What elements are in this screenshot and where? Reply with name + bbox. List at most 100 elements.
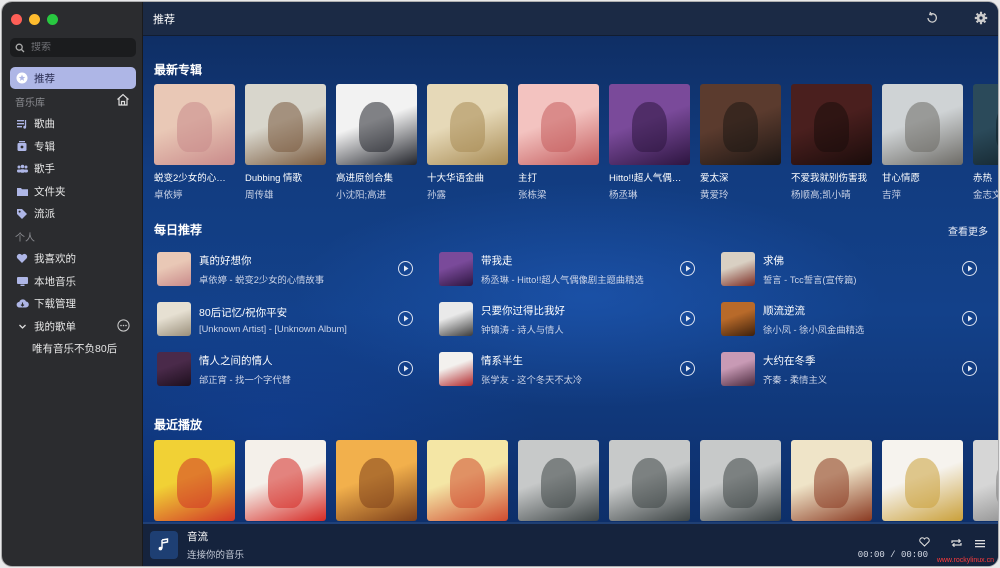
recent-album-card[interactable] — [336, 440, 417, 521]
daily-song-item[interactable]: 大约在冬季 齐秦 - 柔情主义 — [721, 349, 977, 389]
heart-icon — [15, 252, 29, 266]
recent-album-card[interactable] — [882, 440, 963, 521]
daily-song-item[interactable]: 真的好想你 卓依婷 - 蜕变2少女的心情故事 — [157, 249, 413, 289]
recent-album-card[interactable] — [518, 440, 599, 521]
search-input[interactable] — [31, 42, 131, 53]
sidebar-item-my-playlists[interactable]: 我的歌单 — [10, 315, 136, 338]
maximize-window-button[interactable] — [47, 14, 58, 25]
recent-album-card[interactable] — [154, 440, 235, 521]
daily-song-item[interactable]: 情人之间的情人 邰正宵 - 找一个字代替 — [157, 349, 413, 389]
search-icon — [15, 43, 25, 52]
recent-album-cover[interactable] — [882, 440, 963, 521]
play-circle-icon[interactable] — [680, 311, 695, 326]
recent-album-cover[interactable] — [336, 440, 417, 521]
app-window: 推荐 音乐库 歌曲 专辑 歌手 文件夹 — [2, 2, 998, 566]
play-circle-icon[interactable] — [962, 261, 977, 276]
play-circle-icon[interactable] — [398, 361, 413, 376]
recent-album-card[interactable] — [791, 440, 872, 521]
album-cover[interactable] — [245, 84, 326, 165]
play-circle-icon[interactable] — [398, 261, 413, 276]
album-card[interactable]: 高进原创合集 小沈阳;高进 — [336, 84, 417, 201]
recent-album-cover[interactable] — [791, 440, 872, 521]
sidebar-item-songs[interactable]: 歌曲 — [10, 113, 136, 136]
album-cover[interactable] — [882, 84, 963, 165]
album-cover[interactable] — [700, 84, 781, 165]
album-card[interactable]: 爱太深 黄爱玲 — [700, 84, 781, 201]
repeat-icon[interactable] — [950, 536, 963, 554]
chevron-down-icon[interactable] — [15, 319, 29, 333]
album-card[interactable]: 赤热金志文 — [973, 84, 998, 201]
recent-album-cover[interactable] — [427, 440, 508, 521]
sidebar-item-downloads[interactable]: 下载管理 — [10, 293, 136, 316]
daily-song-item[interactable]: 情系半生 张学友 - 这个冬天不太冷 — [439, 349, 695, 389]
computer-icon — [15, 274, 29, 288]
album-cover[interactable] — [791, 84, 872, 165]
album-card[interactable]: 甘心情愿 吉萍 — [882, 84, 963, 201]
recent-album-cover[interactable] — [518, 440, 599, 521]
sidebar-item-albums[interactable]: 专辑 — [10, 135, 136, 158]
song-subtitle: [Unknown Artist] - [Unknown Album] — [199, 323, 347, 334]
album-cover[interactable] — [154, 84, 235, 165]
player-subtitle: 连接你的音乐 — [187, 550, 245, 561]
album-cover[interactable] — [427, 84, 508, 165]
play-circle-icon[interactable] — [962, 361, 977, 376]
album-card[interactable]: 十大华语金曲 孙露 — [427, 84, 508, 201]
sidebar-item-artists[interactable]: 歌手 — [10, 158, 136, 181]
song-thumbnail — [721, 302, 755, 336]
sidebar-item-playlist[interactable]: 唯有音乐不负80后 — [10, 338, 136, 361]
refresh-icon[interactable] — [925, 11, 939, 30]
recent-album-cover[interactable] — [700, 440, 781, 521]
music-note-icon[interactable] — [150, 531, 178, 559]
recent-album-card[interactable] — [973, 440, 998, 521]
more-options-icon[interactable] — [117, 319, 130, 335]
album-card[interactable]: 蜕变2少女的心情故事卓依婷 — [154, 84, 235, 201]
recent-album-cover[interactable] — [973, 440, 998, 521]
recent-album-card[interactable] — [245, 440, 326, 521]
recent-album-card[interactable] — [609, 440, 690, 521]
settings-gear-icon[interactable] — [974, 11, 988, 30]
sidebar-item-recommend[interactable]: 推荐 — [10, 67, 136, 89]
album-card[interactable]: Dubbing 情歌 周传雄 — [245, 84, 326, 201]
album-name: 高进原创合集 — [336, 173, 394, 184]
sidebar-item-folders[interactable]: 文件夹 — [10, 180, 136, 203]
sidebar-item-label: 我的歌单 — [34, 320, 76, 333]
play-circle-icon[interactable] — [680, 261, 695, 276]
daily-song-item[interactable]: 80后记忆/祝你平安 [Unknown Artist] - [Unknown Al… — [157, 299, 413, 339]
window-controls — [11, 14, 58, 25]
album-card[interactable]: 不爱我就别伤害我 杨顺高;凯小晴 — [791, 84, 872, 201]
home-icon[interactable] — [116, 93, 130, 109]
minimize-window-button[interactable] — [29, 14, 40, 25]
daily-song-item[interactable]: 求佛 誓言 - Tcc誓言(宣传篇) — [721, 249, 977, 289]
recent-album-cover[interactable] — [154, 440, 235, 521]
recommend-icon — [15, 71, 29, 85]
see-more-link[interactable]: 查看更多 — [948, 223, 988, 238]
play-circle-icon[interactable] — [398, 311, 413, 326]
sidebar-item-local-music[interactable]: 本地音乐 — [10, 270, 136, 293]
play-circle-icon[interactable] — [680, 361, 695, 376]
daily-song-item[interactable]: 带我走 杨丞琳 - Hitto!!超人气偶像剧主题曲精选 — [439, 249, 695, 289]
song-subtitle: 张学友 - 这个冬天不太冷 — [481, 374, 583, 385]
album-cover[interactable] — [609, 84, 690, 165]
recent-album-cover[interactable] — [245, 440, 326, 521]
folder-icon — [15, 184, 29, 198]
album-card[interactable]: Hitto!!超人气偶像剧主题曲精选杨丞琳 — [609, 84, 690, 201]
recent-album-card[interactable] — [427, 440, 508, 521]
close-window-button[interactable] — [11, 14, 22, 25]
search-box[interactable] — [10, 38, 136, 57]
recent-album-card[interactable] — [700, 440, 781, 521]
sidebar-item-favorites[interactable]: 我喜欢的 — [10, 248, 136, 271]
songs-icon — [15, 117, 29, 131]
song-thumbnail — [439, 252, 473, 286]
album-cover[interactable] — [973, 84, 998, 165]
recent-album-cover[interactable] — [609, 440, 690, 521]
album-card[interactable]: 主打 张栋梁 — [518, 84, 599, 201]
playlist-queue-icon[interactable] — [974, 536, 986, 554]
album-cover[interactable] — [518, 84, 599, 165]
album-cover[interactable] — [336, 84, 417, 165]
play-circle-icon[interactable] — [962, 311, 977, 326]
sidebar-item-genres[interactable]: 流派 — [10, 203, 136, 226]
daily-song-item[interactable]: 只要你过得比我好 钟镇涛 - 诗人与情人 — [439, 299, 695, 339]
daily-song-item[interactable]: 顺流逆流 徐小凤 - 徐小凤金曲精选 — [721, 299, 977, 339]
song-thumbnail — [157, 302, 191, 336]
song-subtitle: 邰正宵 - 找一个字代替 — [199, 374, 291, 385]
